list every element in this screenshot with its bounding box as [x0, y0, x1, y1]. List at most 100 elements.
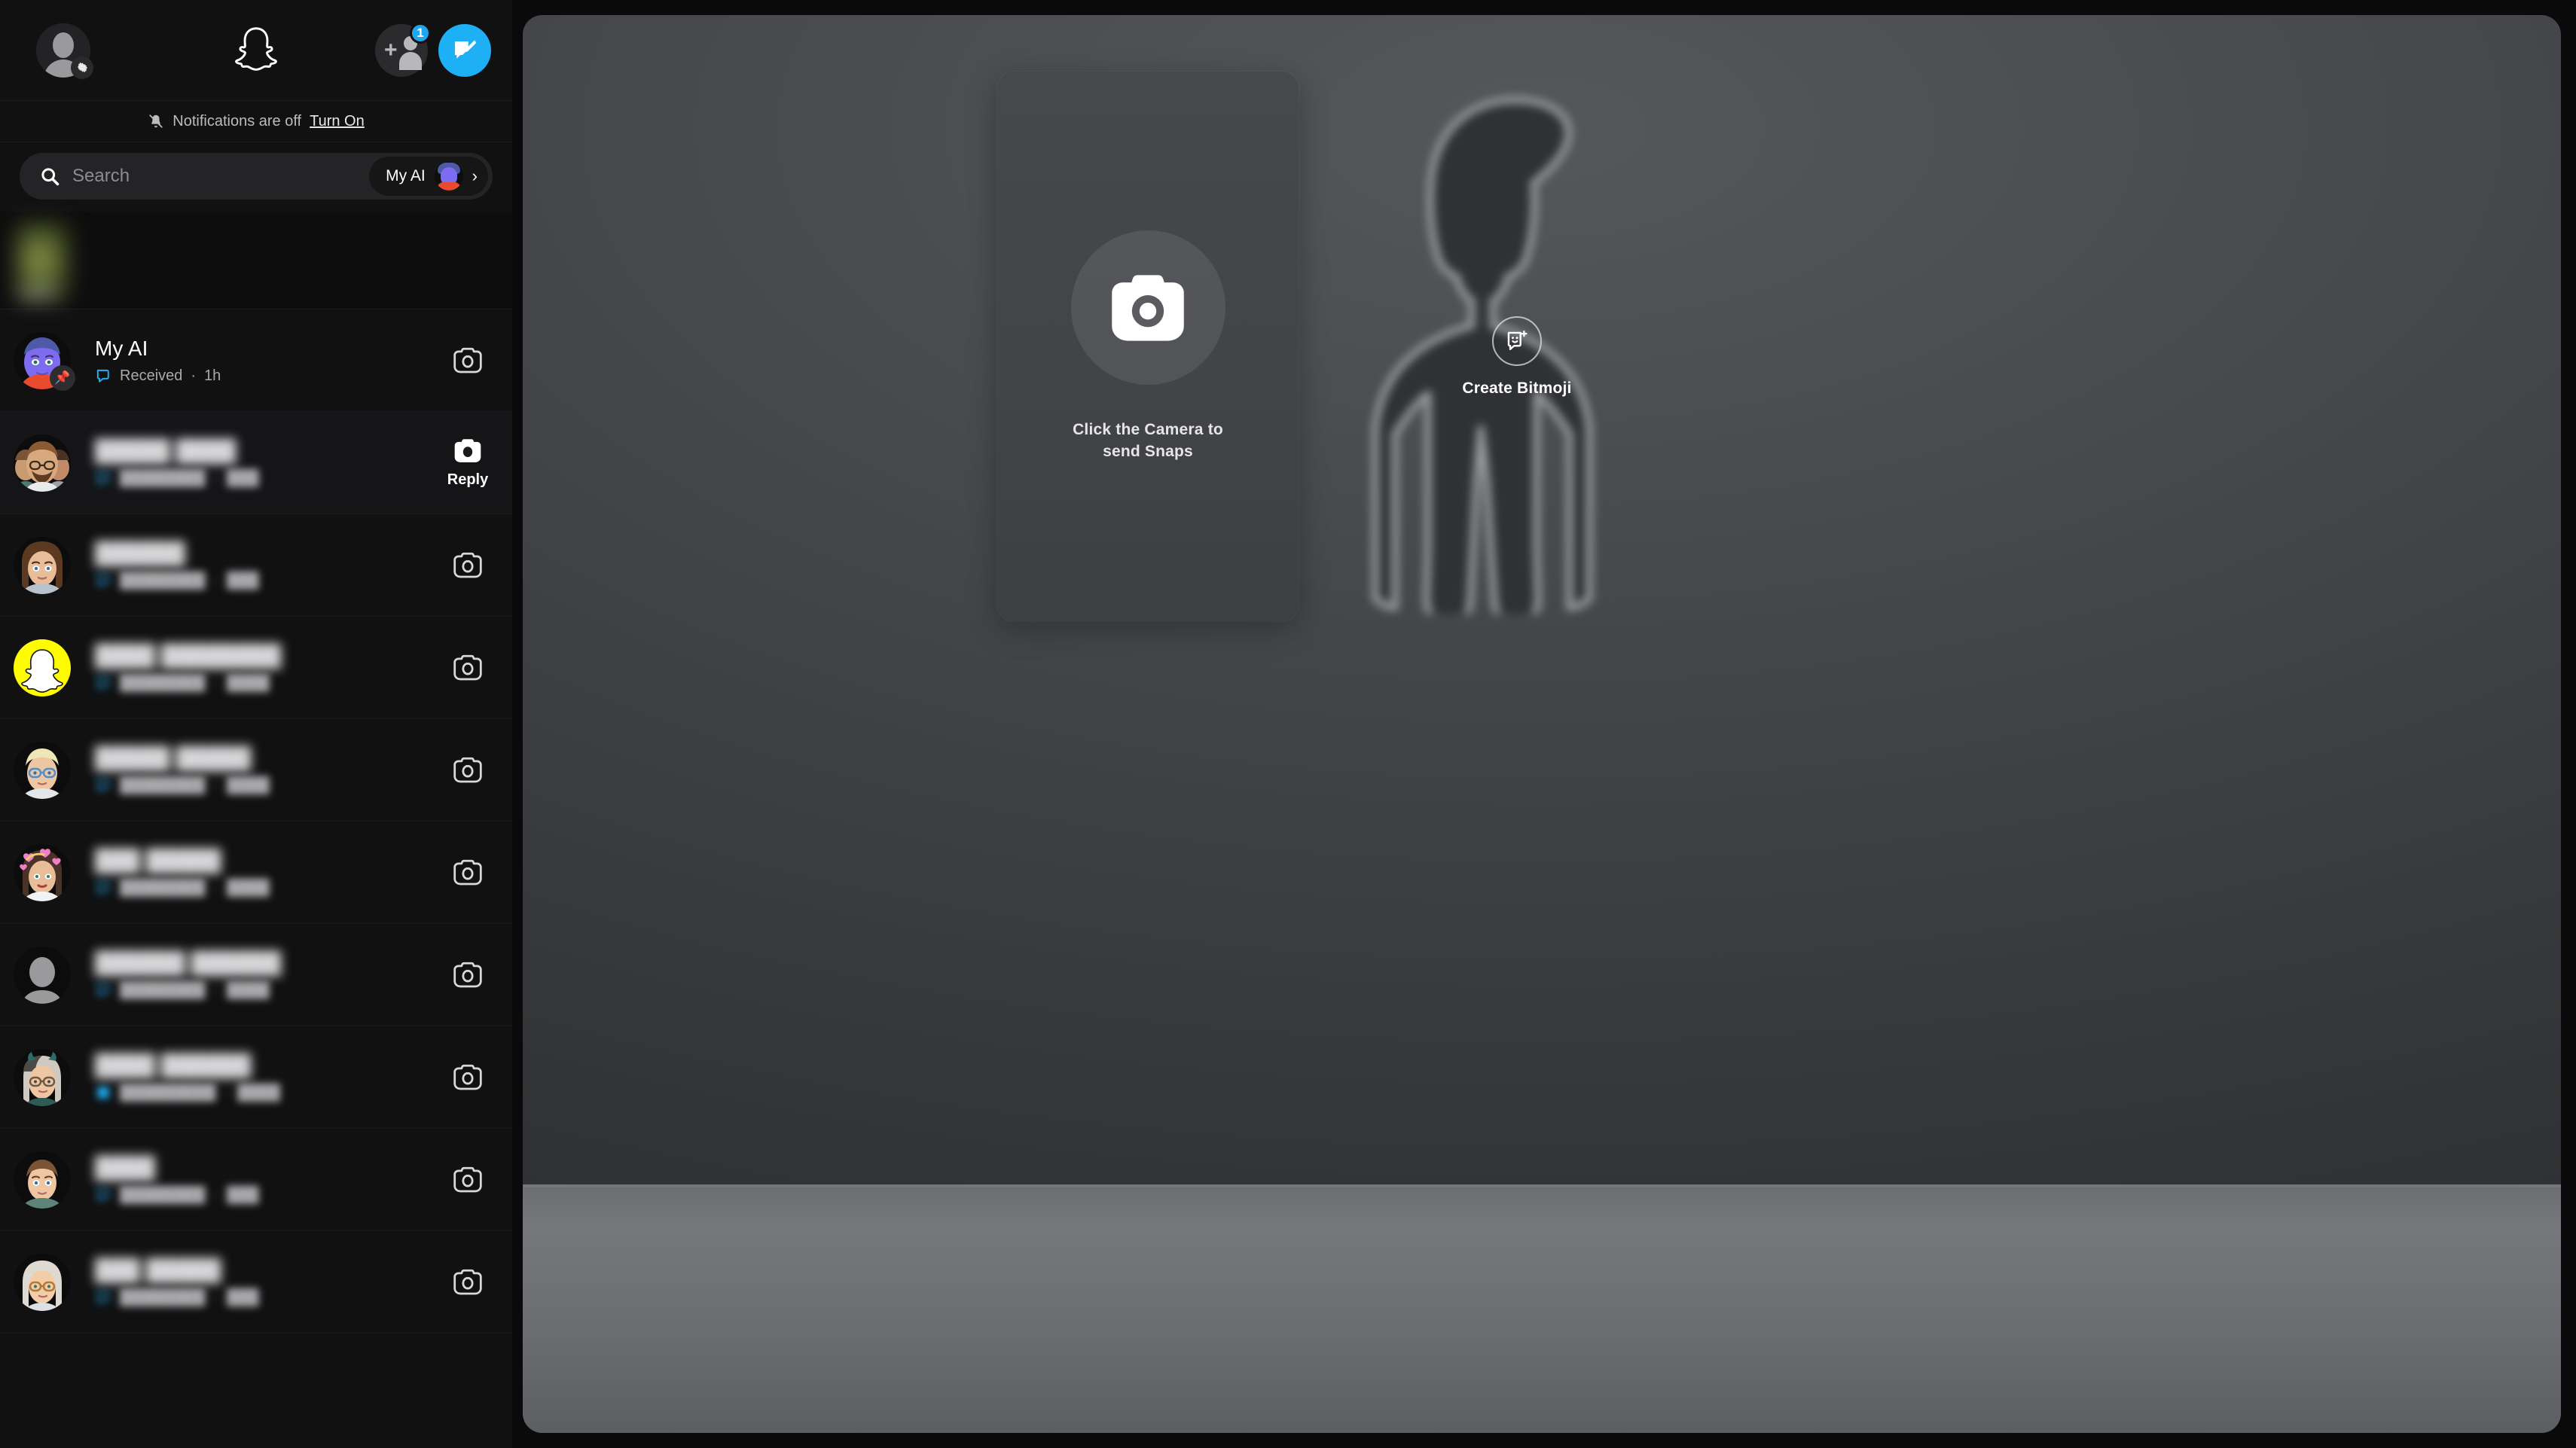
chat-row-action[interactable] — [423, 346, 512, 374]
chat-row[interactable]: ███ █████ ████████ · ███ — [0, 1231, 512, 1334]
main-panel: Create Bitmoji Click the Camera to send … — [523, 15, 2561, 1433]
chat-status-text: ████████ — [120, 1288, 206, 1306]
chat-row[interactable]: ██████ ████████ · ███ — [0, 514, 512, 617]
camera-caption-line2: send Snaps — [1103, 442, 1193, 460]
turn-on-notifications-link[interactable]: Turn On — [310, 113, 365, 130]
woman-brown-hair-bitmoji[interactable] — [14, 536, 71, 594]
chat-row[interactable]: 📌 My AI Received · 1h — [0, 309, 512, 412]
chat-received-icon — [95, 572, 111, 589]
chat-status-separator: · — [213, 776, 219, 794]
short-hair-teen-bitmoji[interactable] — [14, 1151, 71, 1209]
chat-row[interactable]: █████ ████ ████████ · ███ Reply — [0, 412, 512, 514]
chat-row-text: ██████ ██████ ████████ · ████ — [95, 951, 423, 999]
chat-status-separator: · — [213, 674, 219, 691]
chat-row[interactable]: █████ █████ ████████ · ████ — [0, 719, 512, 822]
reply-label[interactable]: Reply — [447, 471, 488, 489]
camera-icon[interactable] — [453, 756, 483, 784]
camera-icon[interactable] — [1070, 230, 1225, 386]
hearts-crown-bitmoji[interactable] — [14, 843, 71, 901]
snapchat-ghost-logo[interactable] — [229, 23, 283, 78]
search-placeholder: Search — [72, 166, 130, 186]
default-person-avatar[interactable] — [14, 946, 71, 1004]
avatar-image — [14, 946, 71, 1004]
profile-settings-icon[interactable] — [36, 23, 93, 79]
chat-timestamp: ███ — [227, 469, 259, 486]
chat-row-text: █████ █████ ████████ · ████ — [95, 746, 423, 794]
chat-timestamp: ███ — [227, 1288, 259, 1306]
story-tile[interactable] — [14, 221, 72, 303]
chat-row[interactable]: ████ ██████ █████████ · ████ — [0, 1026, 512, 1129]
story-caption — [18, 290, 57, 299]
chat-row[interactable]: ████ ████████ · ███ — [0, 1129, 512, 1231]
search-input[interactable]: Search My AI › — [20, 153, 493, 200]
chat-received-icon — [95, 777, 111, 794]
chat-received-icon — [95, 367, 111, 384]
chat-row-action[interactable] — [423, 1166, 512, 1193]
bell-off-icon — [148, 113, 164, 130]
chat-row[interactable]: ██████ ██████ ████████ · ████ — [0, 924, 512, 1026]
camera-icon[interactable] — [453, 654, 483, 681]
avatar-image — [14, 434, 71, 492]
chat-status-text: ████████ — [120, 981, 206, 998]
chat-row-action[interactable] — [423, 654, 512, 681]
snapchat-team-ghost-avatar[interactable] — [14, 639, 71, 697]
white-hair-glasses-bitmoji[interactable] — [14, 1253, 71, 1311]
chat-status-separator: · — [224, 1084, 230, 1101]
chat-status-text: ████████ — [120, 469, 206, 486]
avatar-image — [14, 741, 71, 799]
blonde-glasses-bitmoji[interactable] — [14, 741, 71, 799]
chat-status-separator: · — [213, 572, 219, 589]
new-chat-icon[interactable] — [438, 23, 491, 77]
my-ai-shortcut-button[interactable]: My AI › — [369, 157, 488, 196]
my-ai-bitmoji-avatar[interactable]: 📌 — [14, 331, 75, 391]
camera-icon[interactable] — [453, 1166, 483, 1193]
camera-icon[interactable] — [453, 961, 483, 989]
chat-status-separator: · — [213, 1186, 219, 1203]
create-bitmoji-button[interactable]: Create Bitmoji — [1408, 316, 1626, 398]
chat-timestamp: ████ — [227, 879, 270, 896]
chat-row-action[interactable] — [423, 858, 512, 886]
camera-icon[interactable] — [453, 1063, 483, 1091]
horns-glasses-bitmoji[interactable] — [14, 1048, 71, 1106]
chat-name: ████ — [95, 1156, 423, 1180]
chat-name-redacted: █████ ████ — [95, 438, 237, 462]
chat-received-icon — [95, 879, 111, 896]
chat-name-redacted: ███ █████ — [95, 848, 221, 872]
chat-status-separator: · — [191, 367, 197, 384]
chat-name: ███ █████ — [95, 849, 423, 873]
chat-row[interactable]: ████ ████████ ████████ · ████ — [0, 617, 512, 719]
chat-name-redacted: ██████ — [95, 541, 185, 565]
chat-row-action[interactable] — [423, 551, 512, 579]
chat-row-action[interactable] — [423, 756, 512, 784]
chat-row-action[interactable]: Reply — [423, 437, 512, 488]
chevron-right-icon: › — [472, 166, 478, 185]
chat-name: ███ █████ — [95, 1258, 423, 1282]
camera-icon[interactable] — [453, 1268, 483, 1296]
camera-icon[interactable] — [453, 551, 483, 579]
avatar-image — [14, 843, 71, 901]
chat-name: ██████ — [95, 541, 423, 565]
camera-icon[interactable] — [453, 346, 483, 374]
add-friend-icon[interactable]: + 1 — [375, 22, 431, 77]
chat-status-text: ████████ — [120, 879, 206, 896]
chat-row-action[interactable] — [423, 1063, 512, 1091]
chat-status-line: ████████ · ███ — [95, 1187, 423, 1204]
chat-received-icon — [95, 470, 111, 486]
chat-list: 📌 My AI Received · 1h █████ ████ ████████ · █… — [0, 309, 512, 1334]
chat-row[interactable]: ███ █████ ████████ · ████ — [0, 822, 512, 924]
my-ai-bitmoji-avatar — [434, 162, 463, 191]
camera-card[interactable]: Click the Camera to send Snaps — [997, 72, 1299, 621]
chat-row-text: ██████ ████████ · ███ — [95, 541, 423, 590]
chat-status-text: █████████ — [120, 1084, 216, 1101]
chat-row-action[interactable] — [423, 1268, 512, 1296]
camera-icon[interactable] — [453, 437, 483, 465]
chat-row-action[interactable] — [423, 961, 512, 989]
chat-row-text: ████ ██████ █████████ · ████ — [95, 1053, 423, 1102]
camera-icon[interactable] — [453, 858, 483, 886]
avatar-image — [14, 1151, 71, 1209]
chat-name: █████ ████ — [95, 439, 423, 463]
chat-status-separator: · — [213, 879, 219, 896]
chat-status-separator: · — [213, 981, 219, 998]
group-bitmoji-avatar[interactable] — [14, 434, 71, 492]
chat-status-text: ████████ — [120, 674, 206, 691]
